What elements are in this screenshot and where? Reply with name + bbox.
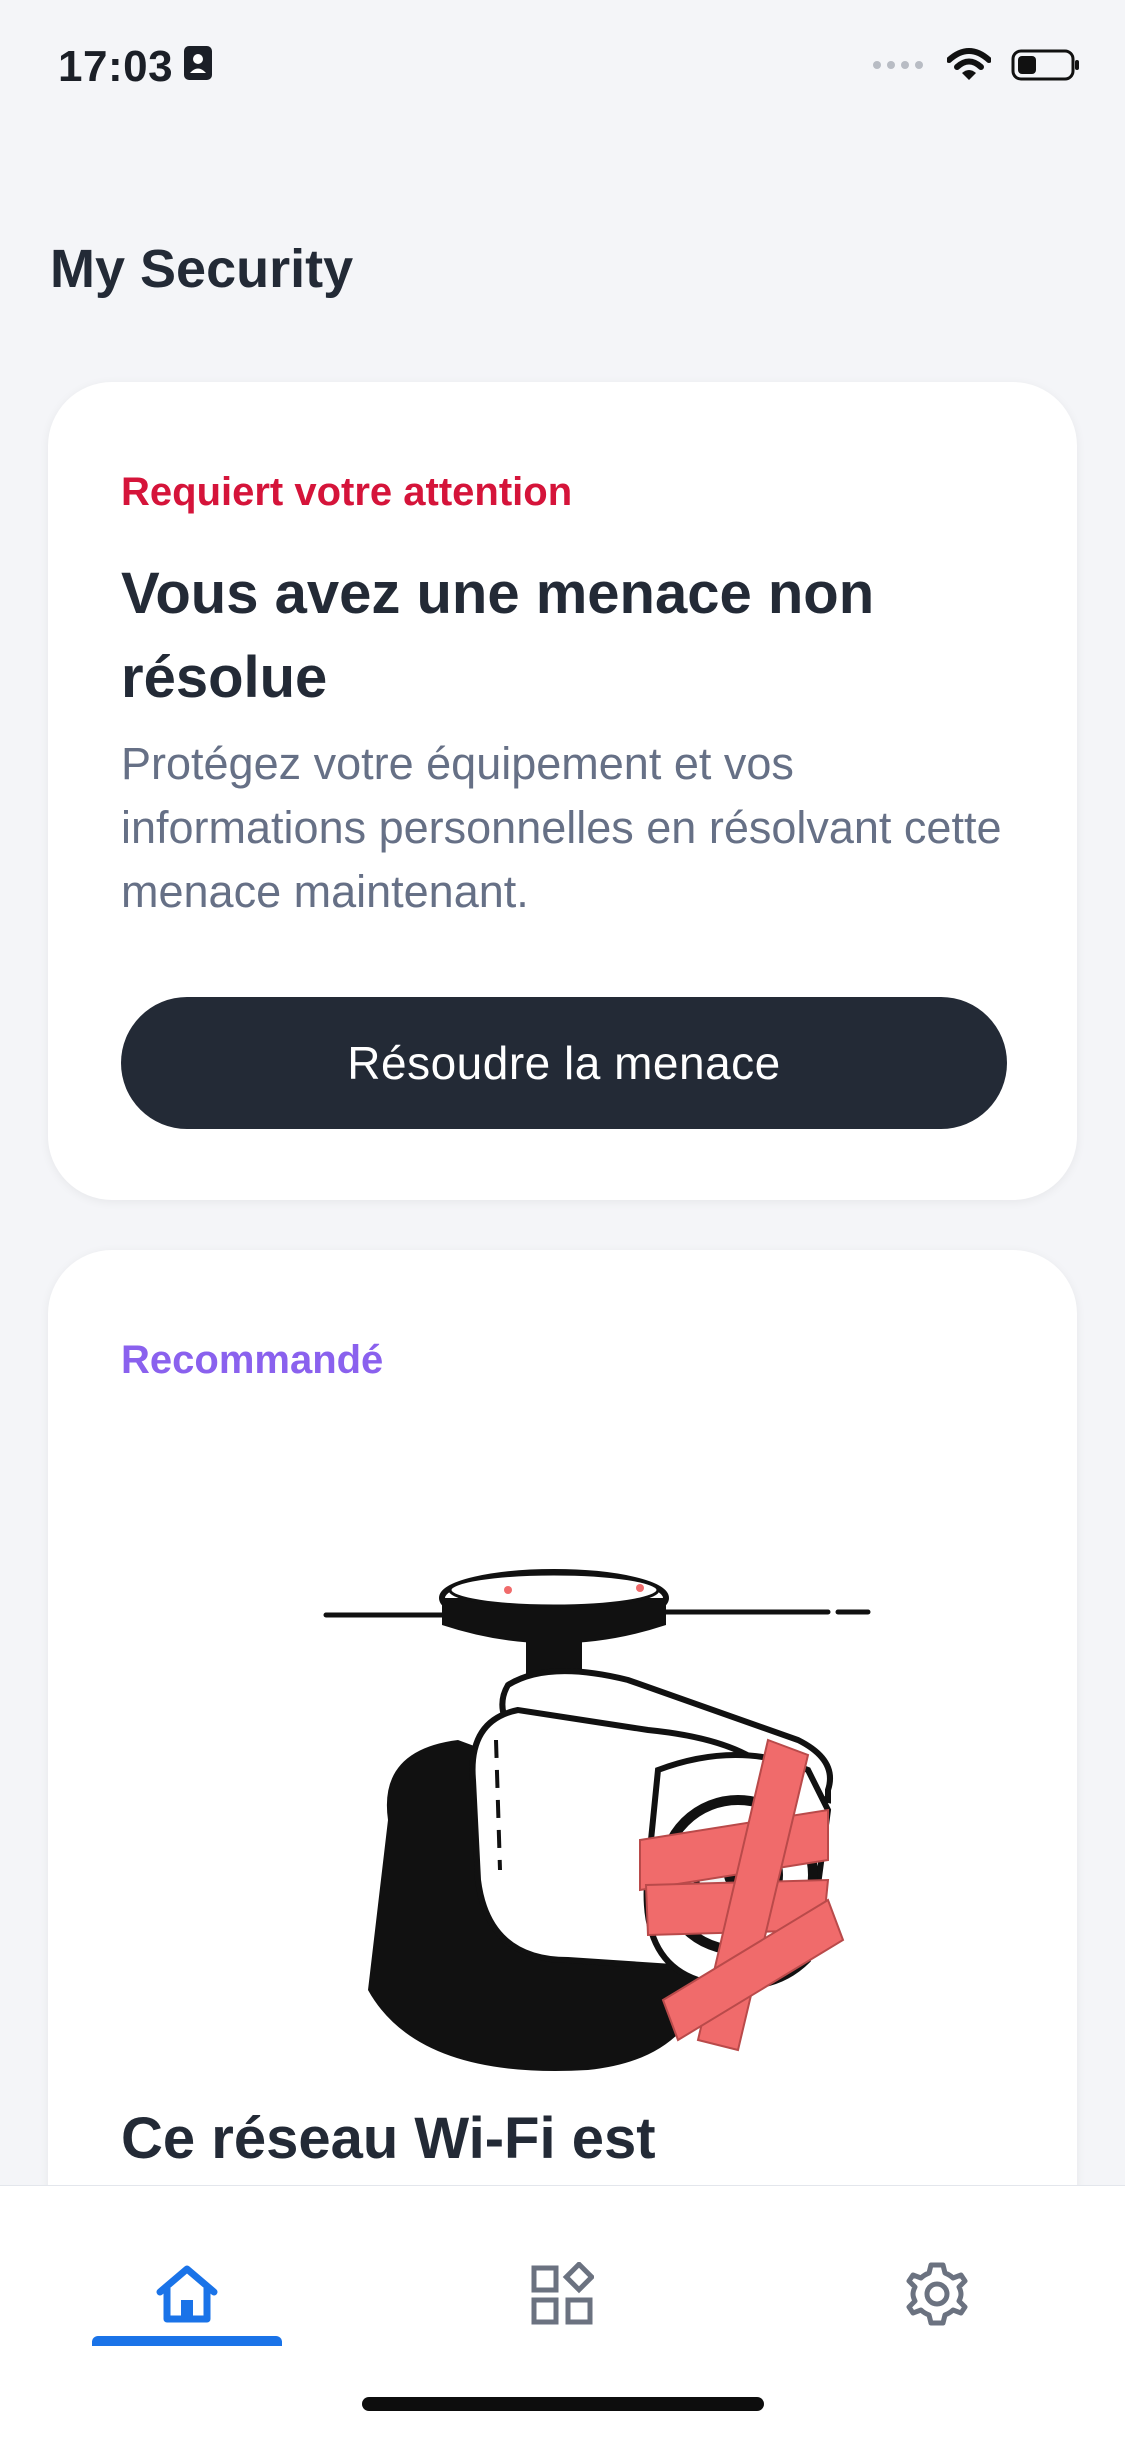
gear-icon: [904, 2261, 970, 2332]
recommended-label: Recommandé: [121, 1338, 384, 1382]
home-icon: [154, 2264, 220, 2329]
active-tab-indicator: [92, 2336, 282, 2346]
unresolved-threat-card: Requiert votre attention Vous avez une m…: [48, 382, 1077, 1200]
page-title: My Security: [50, 239, 354, 299]
home-indicator[interactable]: [362, 2397, 764, 2411]
status-bar-indicators: [871, 48, 1081, 87]
battery-icon: [1011, 48, 1081, 87]
tab-settings[interactable]: [877, 2236, 997, 2356]
taped-camera-illustration: [268, 1540, 888, 2105]
status-bar-time: 17:03: [58, 42, 213, 92]
resolve-threat-button[interactable]: Résoudre la menace: [121, 997, 1007, 1129]
time-label: 17:03: [58, 42, 174, 91]
contact-card-icon: [183, 42, 213, 92]
recommended-card-title: Ce réseau Wi-Fi est: [121, 2106, 656, 2171]
tab-apps[interactable]: [502, 2236, 622, 2356]
apps-icon: [530, 2260, 596, 2331]
threat-card-description: Protégez votre équipement et vos informa…: [121, 738, 1002, 917]
recommended-card[interactable]: Recommandé Ce réseau Wi-Fi est: [48, 1250, 1077, 2250]
threat-card-title: Vous avez une menace non résolue: [121, 561, 875, 710]
wifi-icon: [946, 48, 992, 87]
cellular-signal-icon: [871, 58, 927, 77]
attention-label: Requiert votre attention: [121, 470, 573, 514]
